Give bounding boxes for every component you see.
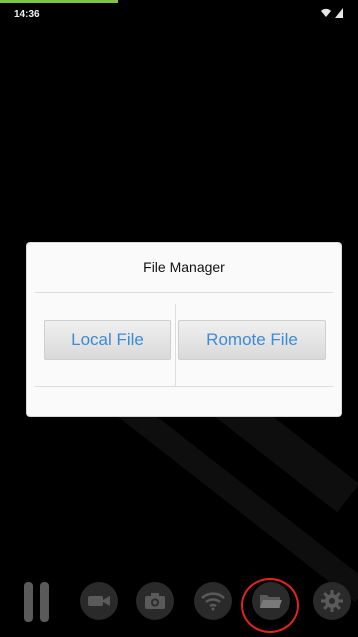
pause-icon <box>24 582 33 622</box>
local-file-button[interactable]: Local File <box>44 320 171 360</box>
status-time: 14:36 <box>14 9 40 20</box>
file-manager-dialog: File Manager Local File Romote File <box>27 243 341 416</box>
status-icons <box>320 6 344 20</box>
pause-button[interactable] <box>24 582 54 622</box>
record-video-button[interactable] <box>80 582 118 620</box>
bottom-toolbar <box>0 572 358 637</box>
camera-icon <box>145 593 165 609</box>
settings-gear-icon <box>321 590 343 612</box>
divider <box>35 292 333 293</box>
highlight-ring <box>241 578 299 633</box>
video-camera-icon <box>88 596 110 606</box>
take-photo-button[interactable] <box>136 582 174 620</box>
remote-file-button[interactable]: Romote File <box>178 320 326 360</box>
pause-icon <box>40 582 49 622</box>
wifi-icon <box>321 8 331 17</box>
settings-button[interactable] <box>313 582 351 620</box>
signal-icon <box>335 8 343 18</box>
wifi-icon <box>201 592 225 611</box>
app-screen: 14:36 File Manager Local File Romote Fil… <box>0 0 358 637</box>
divider <box>175 304 176 386</box>
wifi-button[interactable] <box>194 582 232 620</box>
divider <box>35 386 333 387</box>
status-bar: 14:36 <box>0 0 358 26</box>
dialog-title: File Manager <box>143 259 225 275</box>
status-progress-bar <box>0 0 118 3</box>
